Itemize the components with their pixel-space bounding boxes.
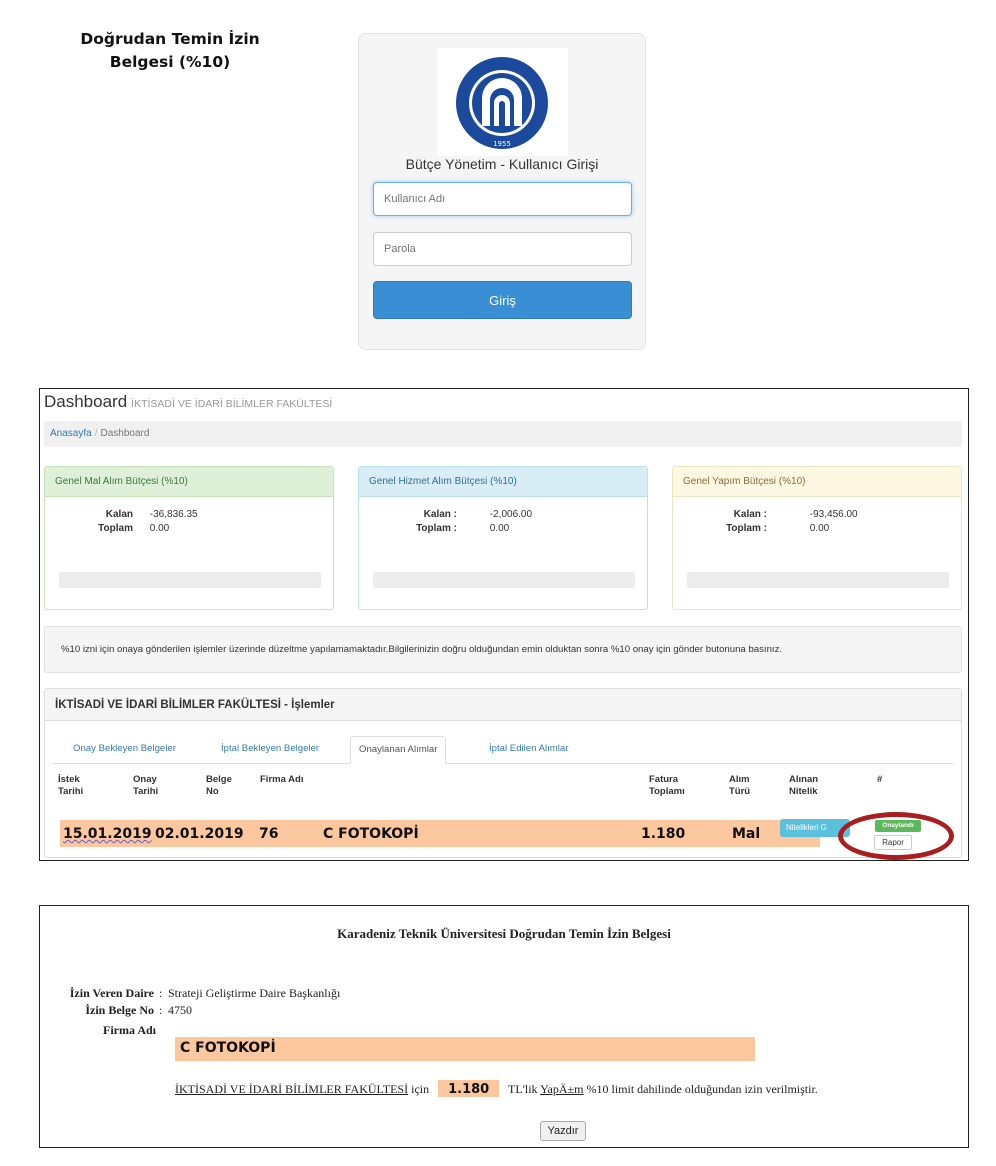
panel-title: Genel Mal Alım Bütçesi (%10) xyxy=(45,467,333,497)
permit-statement: İKTİSADİ VE İDARİ BİLİMLER FAKÜLTESİ içi… xyxy=(175,1080,818,1097)
col-istek-tarihi: İstek Tarihi xyxy=(58,774,84,797)
university-logo: 1955 xyxy=(437,48,568,156)
izin-belge-no-value: 4750 xyxy=(168,1003,192,1017)
cell-onay-tarihi: 02.01.2019 xyxy=(155,826,244,842)
col-hash: # xyxy=(877,774,883,785)
suffix-text: %10 limit dahilinde olduğundan izin veri… xyxy=(586,1082,818,1096)
document-caption: Doğrudan Temin İzin Belgesi (%10) xyxy=(70,28,270,74)
cell-alim-turu: Mal xyxy=(732,826,761,842)
col-onay-tarihi: Onay Tarihi xyxy=(133,774,159,797)
breadcrumb-home-link[interactable]: Anasayfa xyxy=(50,428,92,439)
breadcrumb: Anasayfa / Dashboard xyxy=(44,421,962,447)
col-belge-no: Belge No xyxy=(206,774,232,797)
progress-bar xyxy=(687,572,949,588)
breadcrumb-current: Dashboard xyxy=(100,428,150,439)
icin-text: için xyxy=(411,1082,430,1096)
tab-iptal-edilen[interactable]: İptal Edilen Alımlar xyxy=(481,736,576,763)
breadcrumb-separator: / xyxy=(94,428,98,439)
izin-veren-label: İzin Veren Daire xyxy=(69,986,154,1000)
logo-year: 1955 xyxy=(493,140,511,148)
izin-veren-sep: : xyxy=(159,986,163,1000)
col-fatura-toplami: Fatura Toplamı xyxy=(649,774,685,797)
progress-bar xyxy=(59,572,321,588)
login-panel: 1955 Bütçe Yönetim - Kullanıcı Girişi Gi… xyxy=(358,33,646,350)
permit-title: Karadeniz Teknik Üniversitesi Doğrudan T… xyxy=(337,926,671,941)
toplam-value: 0.00 xyxy=(149,523,170,534)
kalan-label: Kalan xyxy=(105,509,133,520)
toplam-value: 0.00 xyxy=(489,523,510,534)
page-title-text: Dashboard xyxy=(44,392,128,411)
toplam-label: Toplam : xyxy=(726,523,767,534)
panel-title: Genel Yapım Bütçesi (%10) xyxy=(673,467,961,497)
izin-belge-no-sep: : xyxy=(159,1003,163,1017)
caption-line-1: Doğrudan Temin İzin xyxy=(80,30,260,48)
login-button[interactable]: Giriş xyxy=(373,281,632,319)
info-notice: %10 izni için onaya gönderilen işlemler … xyxy=(44,626,962,673)
operations-panel: İKTİSADİ VE İDARİ BİLİMLER FAKÜLTESİ - İ… xyxy=(44,688,962,858)
username-input[interactable] xyxy=(373,182,632,216)
izin-belge-no-label: İzin Belge No xyxy=(85,1003,154,1017)
panel-title: Genel Hizmet Alım Bütçesi (%10) xyxy=(359,467,647,497)
password-input[interactable] xyxy=(373,232,632,266)
budget-panel-construction: Genel Yapım Bütçesi (%10) Kalan : -93,45… xyxy=(672,466,962,610)
tab-iptal-bekleyen[interactable]: İptal Bekleyen Belgeler xyxy=(213,736,327,763)
cell-belge-no: 76 xyxy=(259,826,279,842)
tab-bar: Onay Bekleyen Belgeler İptal Bekleyen Be… xyxy=(53,736,953,764)
amount-value: 1.180 xyxy=(438,1080,500,1097)
page-title: Dashboard İKTİSADİ VE İDARİ BİLİMLER FAKÜ… xyxy=(44,392,332,412)
col-firma-adi: Firma Adı xyxy=(260,774,304,785)
toplam-label: Toplam : xyxy=(416,523,457,534)
firma-value: C FOTOKOPİ xyxy=(180,1040,276,1056)
progress-bar xyxy=(373,572,635,588)
cell-istek-tarihi: 15.01.2019 xyxy=(63,826,152,842)
login-heading: Bütçe Yönetim - Kullanıcı Girişi xyxy=(405,156,599,172)
page-subtitle: İKTİSADİ VE İDARİ BİLİMLER FAKÜLTESİ xyxy=(131,398,333,410)
budget-panel-services: Genel Hizmet Alım Bütçesi (%10) Kalan : … xyxy=(358,466,648,610)
caption-line-2: Belgesi (%10) xyxy=(109,53,231,71)
col-alinan-nitelik: Alınan Nitelik xyxy=(789,774,819,797)
permit-document: Karadeniz Teknik Üniversitesi Doğrudan T… xyxy=(39,905,969,1148)
tab-onay-bekleyen[interactable]: Onay Bekleyen Belgeler xyxy=(65,736,184,763)
budget-panel-goods: Genel Mal Alım Bütçesi (%10) Kalan -36,8… xyxy=(44,466,334,610)
kalan-value: -2,006.00 xyxy=(489,509,533,520)
tl-text: TL'lik xyxy=(508,1082,538,1096)
kalan-label: Kalan : xyxy=(423,509,457,520)
faculty-name: İKTİSADİ VE İDARİ BİLİMLER FAKÜLTESİ xyxy=(175,1082,409,1096)
tab-onaylanan[interactable]: Onaylanan Alımlar xyxy=(350,736,447,764)
kalan-label: Kalan : xyxy=(733,509,767,520)
cell-firma: C FOTOKOPİ xyxy=(323,826,419,842)
cell-fatura: 1.180 xyxy=(641,826,686,842)
kalan-value: -93,456.00 xyxy=(809,509,858,520)
izin-veren-value: Strateji Geliştirme Daire Başkanlığı xyxy=(168,986,341,1000)
operations-title: İKTİSADİ VE İDARİ BİLİMLER FAKÜLTESİ - İ… xyxy=(45,689,961,721)
toplam-value: 0.00 xyxy=(809,523,830,534)
col-alim-turu: Alım Türü xyxy=(729,774,751,797)
type-text: YapÄ±m xyxy=(540,1082,584,1096)
firma-adi-label: Firma Adı xyxy=(103,1023,156,1037)
dashboard-screenshot: Dashboard İKTİSADİ VE İDARİ BİLİMLER FAKÜ… xyxy=(39,388,969,861)
print-button[interactable]: Yazdır xyxy=(540,1121,586,1141)
annotation-circle xyxy=(838,812,954,860)
toplam-label: Toplam xyxy=(98,523,133,534)
kalan-value: -36,836.35 xyxy=(149,509,198,520)
